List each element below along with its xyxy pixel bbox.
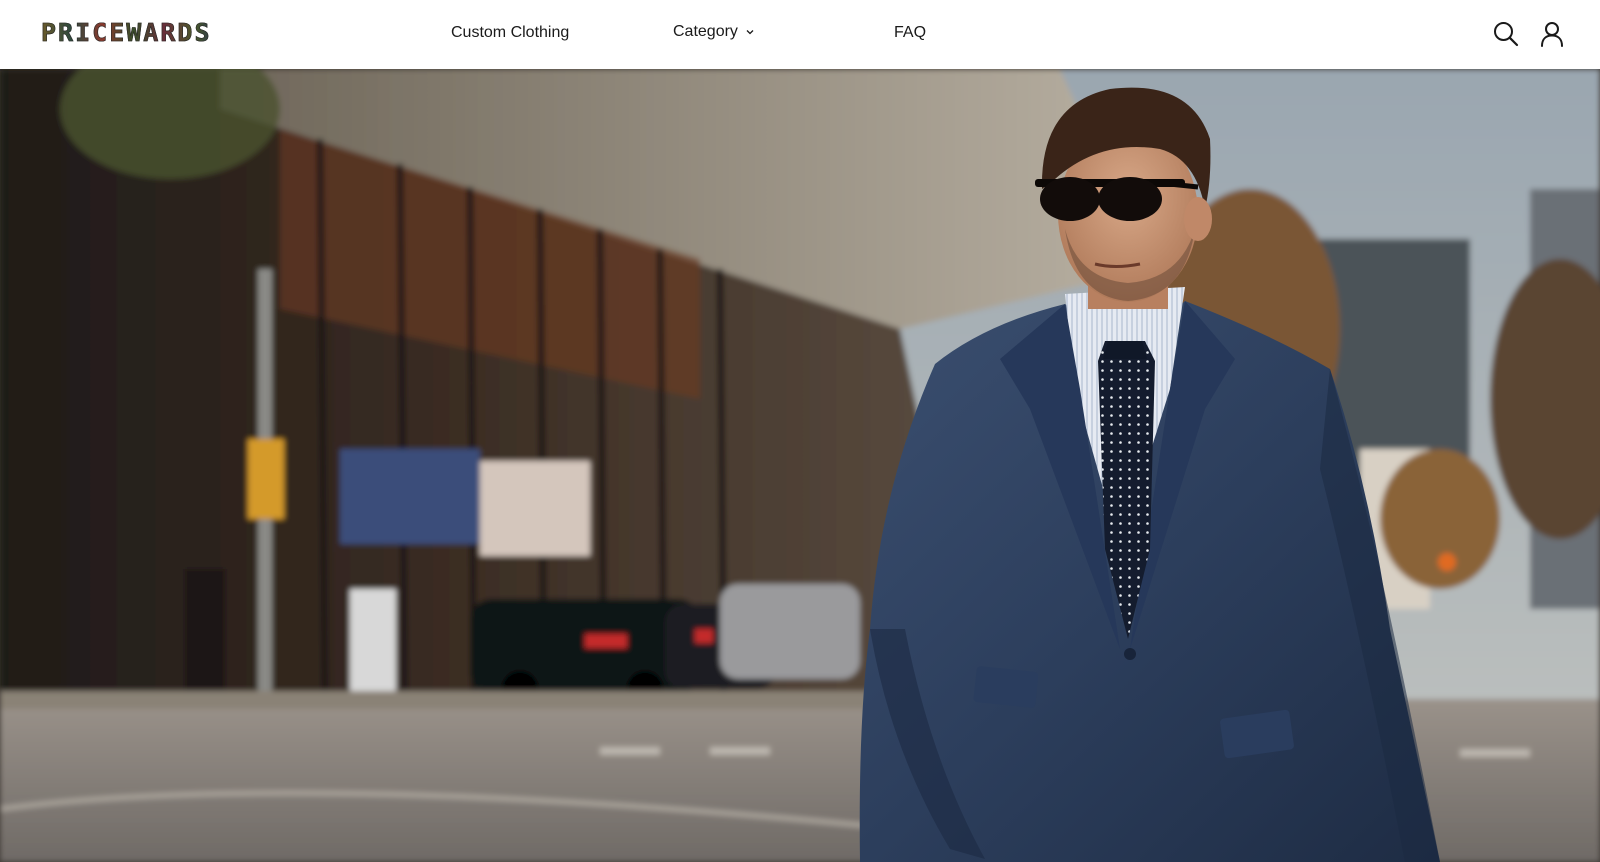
nav-category-dropdown[interactable]: Category [673,21,756,43]
user-icon [1541,22,1563,47]
account-button[interactable] [1538,20,1566,48]
site-header: PRICEWARDS Custom Clothing Category FAQ [0,0,1600,69]
nav-custom-clothing-label: Custom Clothing [451,24,570,41]
nav-custom-clothing[interactable]: Custom Clothing [451,22,569,44]
nav-faq[interactable]: FAQ [894,22,926,44]
hero-banner [0,69,1600,862]
chevron-down-icon [746,30,754,35]
nav-faq-label: FAQ [894,24,927,41]
logo-text: PRICEWARDS [41,18,212,47]
search-button[interactable] [1492,20,1520,48]
nav-category-label: Category [673,23,738,40]
brand-logo[interactable]: PRICEWARDS [41,18,212,47]
search-icon [1494,22,1519,47]
hero-image [0,69,1600,862]
